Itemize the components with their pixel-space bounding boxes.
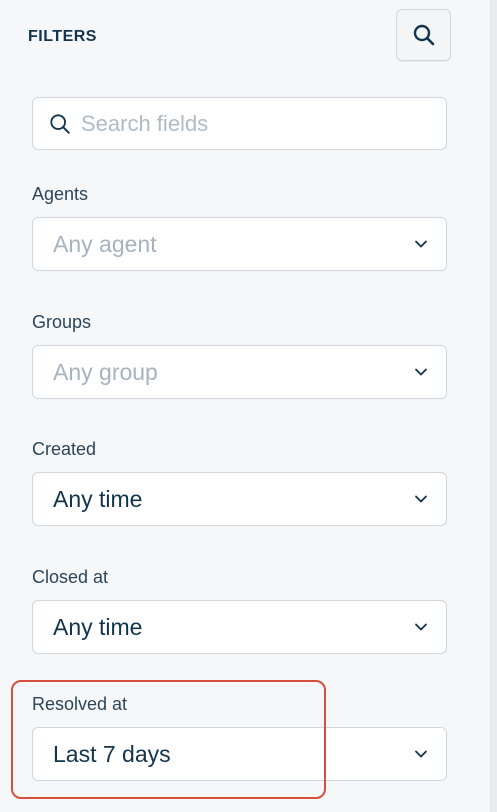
resolved-at-select[interactable]: Last 7 days [32,727,447,781]
resolved-at-label: Resolved at [32,694,128,714]
closed-at-select[interactable]: Any time [32,600,447,654]
chevron-down-icon [415,368,427,376]
groups-select[interactable]: Any group [32,345,447,399]
groups-label: Groups [32,312,92,332]
created-select[interactable]: Any time [32,472,447,526]
created-select-value: Any time [53,485,143,512]
search-toggle-button[interactable] [396,9,451,61]
search-icon [50,113,70,134]
agents-select-value: Any agent [53,230,157,257]
chevron-down-icon [415,623,427,631]
agents-label: Agents [32,184,89,204]
agents-select[interactable]: Any agent [32,217,447,271]
panel-title: FILTERS [28,28,97,45]
closed-at-select-value: Any time [53,613,143,640]
created-label: Created [32,439,97,459]
chevron-down-icon [415,240,427,248]
chevron-down-icon [415,750,427,758]
search-fields-input[interactable] [81,110,411,137]
resolved-at-select-value: Last 7 days [53,740,171,767]
groups-select-value: Any group [53,358,158,385]
search-fields-box[interactable] [32,97,447,150]
closed-at-label: Closed at [32,567,109,587]
search-icon [413,24,434,46]
chevron-down-icon [415,495,427,503]
panel-divider [490,0,497,812]
